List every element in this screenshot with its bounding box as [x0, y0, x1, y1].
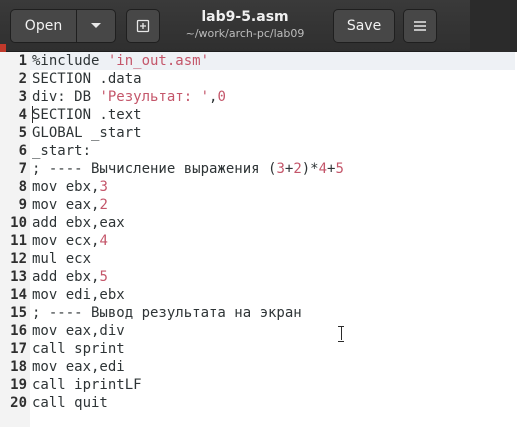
line-number: 17 [10, 341, 27, 357]
new-tab-button[interactable] [126, 9, 160, 43]
code-token: mov eax,div [32, 323, 125, 339]
line-number: 11 [10, 233, 27, 249]
code-line[interactable]: add ebx,5 [32, 268, 515, 286]
chevron-down-icon [91, 23, 101, 28]
code-line[interactable]: mov eax,div [32, 322, 515, 340]
code-line[interactable]: ; ---- Вычисление выражения (3+2)*4+5 [32, 160, 515, 178]
window-title: lab9-5.asm [201, 9, 289, 25]
code-line[interactable]: SECTION .text [32, 106, 515, 124]
save-button[interactable]: Save [333, 9, 395, 43]
code-line[interactable]: mul ecx [32, 250, 515, 268]
code-token: 5 [99, 269, 108, 285]
main-menu-button[interactable] [403, 9, 437, 43]
code-line[interactable]: SECTION .data [32, 70, 515, 88]
window-title-area: lab9-5.asm ~/work/arch-pc/lab09 [170, 8, 320, 41]
line-number: 14 [10, 287, 27, 303]
code-token: 4 [318, 161, 328, 177]
line-number: 18 [10, 359, 27, 375]
code-token: 2 [99, 197, 108, 213]
line-number: 16 [10, 323, 27, 339]
mouse-ibeam-cursor-icon [338, 326, 344, 342]
code-line[interactable]: %include 'in_out.asm' [30, 52, 515, 70]
code-token: SECTION .data [32, 71, 142, 87]
code-token: call quit [32, 395, 108, 411]
line-number-gutter: 1 2 3 4 5 6 7 8 9 10 11 12 13 14 15 16 17 18 19 20 [0, 52, 30, 427]
code-token: mov eax, [32, 197, 100, 213]
code-token: ; ---- Вычисление выражения ( [32, 161, 277, 177]
line-number: 4 [18, 107, 27, 123]
line-number: 9 [18, 197, 27, 213]
code-line[interactable]: call quit [32, 394, 515, 412]
code-token: mov edi,ebx [32, 287, 125, 303]
line-number: 1 [18, 53, 27, 69]
code-token: mov ebx, [32, 179, 100, 195]
code-line[interactable]: call iprintLF [32, 376, 515, 394]
code-token: )* [301, 161, 319, 177]
line-number: 6 [18, 143, 27, 159]
text-editor[interactable]: 1 2 3 4 5 6 7 8 9 10 11 12 13 14 15 16 17 18 19 20 %include… [0, 52, 517, 427]
code-line[interactable]: div: DB 'Результат: ',0 [32, 88, 515, 106]
code-line[interactable]: mov eax,2 [32, 196, 515, 214]
code-token: 'in_out.asm' [107, 53, 210, 69]
code-line[interactable]: call sprint [32, 340, 515, 358]
header-bar: Open lab9-5.asm ~/work/arch-pc/lab09 Sav… [0, 0, 517, 52]
code-token: 3 [276, 161, 285, 177]
code-line[interactable]: mov ebx,3 [32, 178, 515, 196]
open-button-label: Open [24, 18, 63, 34]
open-button[interactable]: Open [10, 9, 76, 43]
line-number: 15 [10, 305, 27, 321]
line-number: 10 [10, 215, 27, 231]
code-token: mov eax,edi [32, 359, 125, 375]
code-token: SECTION .text [32, 107, 142, 123]
line-number: 3 [18, 89, 27, 105]
line-number: 20 [10, 395, 27, 411]
line-number: 2 [18, 71, 27, 87]
new-tab-icon [136, 19, 150, 33]
code-token: 5 [335, 161, 344, 177]
code-token: 0 [217, 89, 226, 105]
window-controls-area [470, 0, 517, 52]
code-line[interactable]: mov ecx,4 [32, 232, 515, 250]
open-recent-dropdown-button[interactable] [76, 9, 116, 43]
line-number: 7 [18, 161, 27, 177]
code-token: call iprintLF [32, 377, 142, 393]
code-token: add ebx,eax [32, 215, 125, 231]
text-cursor [32, 106, 33, 123]
code-token: ; ---- Вывод результата на экран [32, 305, 302, 321]
line-number: 8 [18, 179, 27, 195]
code-line[interactable]: mov edi,ebx [32, 286, 515, 304]
code-line[interactable]: mov eax,edi [32, 358, 515, 376]
code-token: mov ecx, [32, 233, 100, 249]
code-token: add ebx, [32, 269, 100, 285]
code-line[interactable]: _start: [32, 142, 515, 160]
save-button-label: Save [346, 18, 382, 34]
code-token: GLOBAL _start [32, 125, 142, 141]
line-number: 12 [10, 251, 27, 267]
code-token: %include [32, 53, 108, 69]
code-line[interactable]: GLOBAL _start [32, 124, 515, 142]
code-token: div: DB [32, 89, 100, 105]
window-accent-strip [0, 44, 6, 52]
code-token: 'Результат: ' [99, 89, 210, 105]
line-number: 5 [18, 125, 27, 141]
code-line[interactable]: ; ---- Вывод результата на экран [32, 304, 515, 322]
code-token: mul ecx [32, 251, 92, 267]
hamburger-menu-icon [414, 21, 426, 31]
code-token: 3 [99, 179, 108, 195]
code-line[interactable]: add ebx,eax [32, 214, 515, 232]
code-token: 2 [293, 161, 302, 177]
code-token: 4 [99, 233, 108, 249]
code-token: call sprint [32, 341, 125, 357]
code-view[interactable]: %include 'in_out.asm' SECTION .data div: D… [30, 52, 515, 412]
window-subtitle: ~/work/arch-pc/lab09 [185, 27, 305, 40]
line-number: 13 [10, 269, 27, 285]
code-token: _start: [32, 143, 92, 159]
line-number: 19 [10, 377, 27, 393]
